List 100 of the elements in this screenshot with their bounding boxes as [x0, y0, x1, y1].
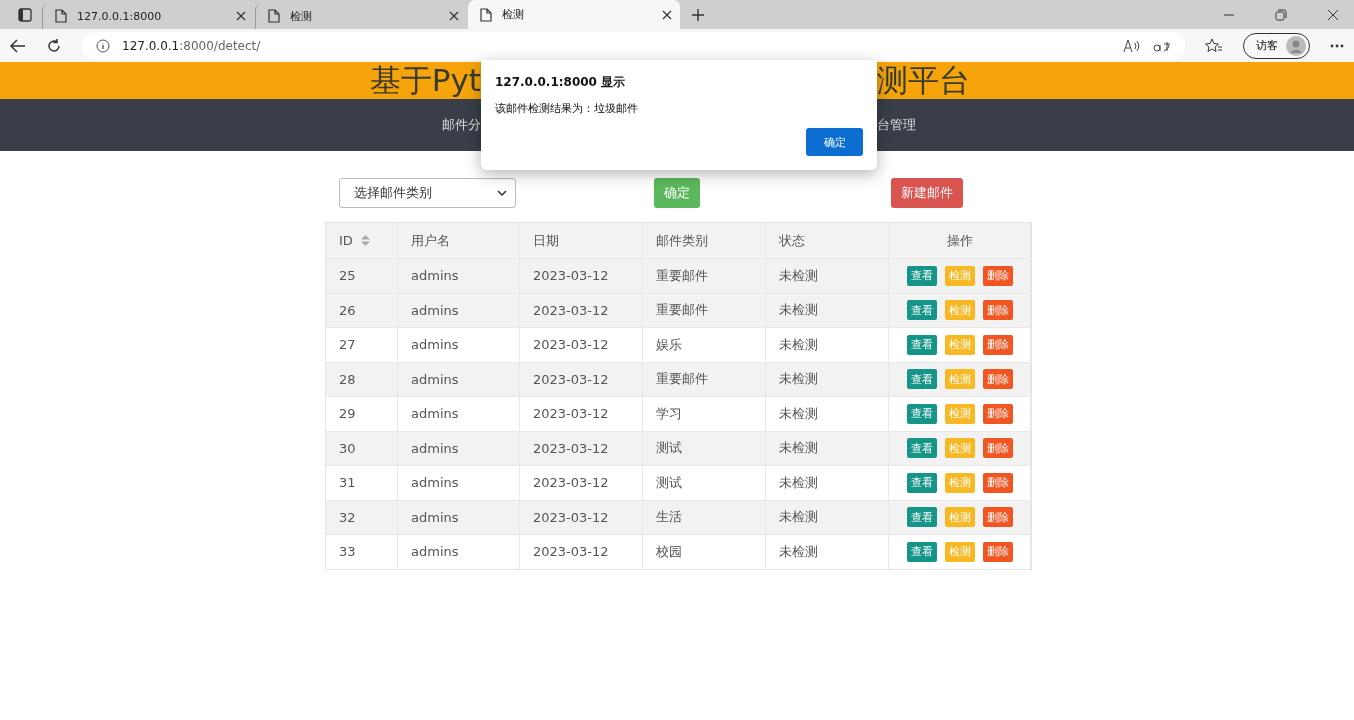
page-icon [55, 9, 67, 23]
close-icon[interactable] [236, 11, 246, 21]
table-cell: 未检测 [779, 473, 818, 492]
delete-button[interactable]: 删除 [982, 472, 1013, 493]
table-cell: admins [411, 440, 459, 456]
table-cell: admins [411, 302, 459, 318]
column-header: 操作 [946, 231, 973, 250]
refresh-icon[interactable] [46, 37, 62, 54]
delete-button[interactable]: 删除 [982, 300, 1013, 321]
column-header: ID [339, 233, 353, 248]
page-icon [268, 9, 280, 23]
table-cell: 重要邮件 [656, 301, 708, 320]
table-cell: 未检测 [779, 542, 818, 561]
delete-button[interactable]: 删除 [982, 265, 1013, 286]
page-icon [480, 7, 492, 22]
table-cell: 重要邮件 [656, 370, 708, 389]
table-cell: 校园 [656, 542, 682, 561]
table-cell: 测试 [656, 473, 682, 492]
table-cell: 26 [339, 302, 356, 318]
delete-button[interactable]: 删除 [982, 507, 1013, 528]
view-button[interactable]: 查看 [906, 507, 937, 528]
delete-button[interactable]: 删除 [982, 334, 1013, 355]
browser-tab[interactable]: 检测 [468, 0, 680, 29]
avatar-icon [1286, 35, 1306, 56]
view-button[interactable]: 查看 [906, 472, 937, 493]
delete-button[interactable]: 删除 [982, 403, 1013, 424]
tabs-icon[interactable] [18, 7, 32, 22]
delete-button[interactable]: 删除 [982, 541, 1013, 562]
table-cell: admins [411, 371, 459, 387]
table-cell: admins [411, 337, 459, 353]
table-cell: 未检测 [779, 266, 818, 285]
delete-button[interactable]: 删除 [982, 438, 1013, 459]
table-cell: 未检测 [779, 335, 818, 354]
site-title: 基于Pyt [369, 60, 481, 100]
nav-link[interactable]: 邮件分 [442, 116, 481, 134]
view-button[interactable]: 查看 [906, 369, 937, 390]
table-cell: 25 [339, 268, 356, 284]
dialog-title: 127.0.0.1:8000 显示 [495, 74, 627, 91]
delete-button[interactable]: 删除 [982, 369, 1013, 390]
column-header: 日期 [533, 231, 559, 250]
address-bar[interactable]: 127.0.0.1:8000/detect/ [82, 31, 1185, 60]
table-cell: 2023-03-12 [533, 475, 609, 491]
close-icon[interactable] [662, 9, 672, 20]
view-button[interactable]: 查看 [906, 438, 937, 459]
table-cell: 2023-03-12 [533, 440, 609, 456]
column-header: 状态 [779, 231, 805, 250]
read-aloud-icon[interactable] [1123, 38, 1141, 53]
table-cell: 28 [339, 371, 356, 387]
table-cell: admins [411, 268, 459, 284]
favorites-icon[interactable] [1205, 37, 1223, 54]
view-button[interactable]: 查看 [906, 300, 937, 321]
table-cell: 27 [339, 337, 356, 353]
table-cell: 31 [339, 475, 356, 491]
table-cell: 2023-03-12 [533, 544, 609, 560]
view-button[interactable]: 查看 [906, 541, 937, 562]
table-cell: 未检测 [779, 370, 818, 389]
table-cell: 2023-03-12 [533, 371, 609, 387]
table-cell: admins [411, 509, 459, 525]
table-cell: 学习 [656, 404, 682, 423]
table-cell: 测试 [656, 439, 682, 458]
column-header: 用户名 [411, 231, 450, 250]
view-button[interactable]: 查看 [906, 334, 937, 355]
category-select[interactable]: 选择邮件类别 [339, 178, 516, 208]
table-cell: 2023-03-12 [533, 268, 609, 284]
restore-icon[interactable] [1275, 8, 1287, 21]
table-cell: 2023-03-12 [533, 302, 609, 318]
info-icon[interactable] [96, 38, 110, 53]
table-cell: admins [411, 475, 459, 491]
table-cell: admins [411, 406, 459, 422]
close-icon[interactable] [1327, 8, 1339, 21]
table-cell: 重要邮件 [656, 266, 708, 285]
table-cell: 30 [339, 440, 356, 456]
new-mail-button[interactable]: 新建邮件 [891, 178, 963, 208]
table-cell: 33 [339, 544, 356, 560]
table-cell: 未检测 [779, 404, 818, 423]
column-header: 邮件类别 [656, 231, 708, 250]
url-text: 127.0.0.1:8000/detect/ [122, 38, 261, 53]
table-cell: admins [411, 544, 459, 560]
chevron-down-icon [497, 190, 507, 196]
table-cell: 娱乐 [656, 335, 682, 354]
table-cell: 2023-03-12 [533, 337, 609, 353]
view-button[interactable]: 查看 [906, 265, 937, 286]
table-cell: 32 [339, 509, 356, 525]
table-cell: 2023-03-12 [533, 509, 609, 525]
table-cell: 2023-03-12 [533, 406, 609, 422]
close-icon[interactable] [449, 11, 459, 21]
table-cell: 未检测 [779, 301, 818, 320]
view-button[interactable]: 查看 [906, 403, 937, 424]
dialog-message: 该邮件检测结果为：垃圾邮件 [495, 101, 639, 116]
confirm-button[interactable]: 确定 [654, 178, 700, 208]
ok-button[interactable]: 确定 [806, 128, 863, 156]
site-title: 测平台 [877, 60, 970, 100]
table-cell: 未检测 [779, 508, 818, 527]
nav-link[interactable]: 台管理 [877, 116, 916, 134]
table-cell: 生活 [656, 508, 682, 527]
table-cell: 未检测 [779, 439, 818, 458]
plus-icon[interactable] [691, 7, 705, 22]
more-icon[interactable] [1330, 43, 1344, 48]
back-icon[interactable] [10, 38, 26, 53]
table-cell: 29 [339, 406, 356, 422]
